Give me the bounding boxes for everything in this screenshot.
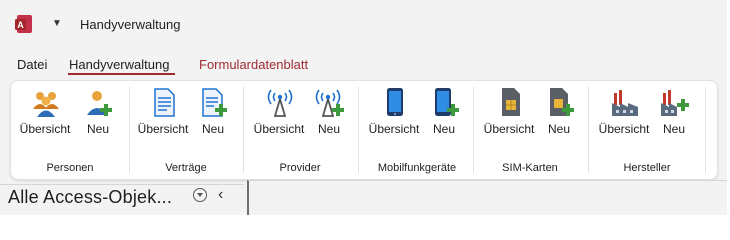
sim-karten-new-button[interactable]: Neu [533, 85, 585, 139]
group-label: Mobilfunkgeräte [377, 162, 457, 174]
active-tab-indicator [68, 73, 175, 75]
customize-quick-access-chevron-icon[interactable]: ▼ [50, 17, 64, 31]
chevron-left-icon[interactable]: ‹ [218, 186, 223, 204]
tab-handyverwaltung[interactable]: Handyverwaltung [69, 57, 169, 72]
sim-card-add-icon [550, 88, 574, 116]
ribbon: Übersicht Neu Personen Übersicht Neu Ver… [10, 80, 718, 180]
group-divider [705, 87, 706, 173]
smartphone-add-icon [435, 88, 459, 116]
document-add-icon [202, 88, 227, 117]
antenna-icon [267, 89, 293, 117]
personen-new-button[interactable]: Neu [72, 85, 124, 139]
button-label: Neu [547, 122, 570, 136]
svg-text:A: A [17, 20, 24, 30]
group-personen: Übersicht Neu Personen [11, 81, 129, 179]
group-label: Provider [279, 162, 321, 174]
vertraege-new-button[interactable]: Neu [187, 85, 239, 139]
access-app-icon[interactable]: A [14, 14, 34, 34]
people-icon [33, 92, 59, 117]
tab-datei[interactable]: Datei [17, 57, 47, 72]
group-vertraege: Übersicht Neu Verträge [129, 81, 244, 179]
window-title: Handyverwaltung [80, 17, 181, 32]
navigation-pane-header[interactable]: Alle Access-Objek... [0, 184, 244, 215]
sim-card-icon [502, 88, 520, 116]
factory-icon [612, 90, 638, 116]
button-label: Neu [432, 122, 455, 136]
mobilfunkgeraete-new-button[interactable]: Neu [418, 85, 470, 139]
hersteller-new-button[interactable]: Neu [648, 85, 700, 139]
button-label: Neu [317, 122, 340, 136]
app-window: A ▼ Handyverwaltung Datei Handyverwaltun… [0, 0, 729, 215]
group-label: Verträge [165, 162, 207, 174]
antenna-add-icon [315, 89, 344, 117]
title-bar: A ▼ Handyverwaltung [0, 0, 727, 46]
button-label: Neu [662, 122, 685, 136]
group-label: Hersteller [623, 162, 671, 174]
factory-add-icon [661, 90, 689, 116]
document-icon [154, 88, 175, 117]
provider-new-button[interactable]: Neu [303, 85, 355, 139]
group-hersteller: Übersicht Neu Hersteller [588, 81, 706, 179]
smartphone-icon [387, 88, 403, 116]
person-add-icon [87, 91, 112, 116]
button-label: Neu [86, 122, 109, 136]
group-mobilfunkgeraete: Übersicht Neu Mobilfunkgeräte [358, 81, 473, 179]
document-area [247, 180, 729, 215]
group-label: SIM-Karten [502, 162, 558, 174]
group-sim-karten: Übersicht Neu SIM-Karten [473, 81, 588, 179]
button-label: Neu [201, 122, 224, 136]
group-provider: Übersicht Neu Provider [243, 81, 358, 179]
navigation-pane-title[interactable]: Alle Access-Objek... [8, 187, 172, 208]
group-label: Personen [46, 162, 94, 174]
chevron-down-circle-icon[interactable] [193, 188, 207, 202]
tab-formulardatenblatt[interactable]: Formulardatenblatt [199, 57, 308, 72]
